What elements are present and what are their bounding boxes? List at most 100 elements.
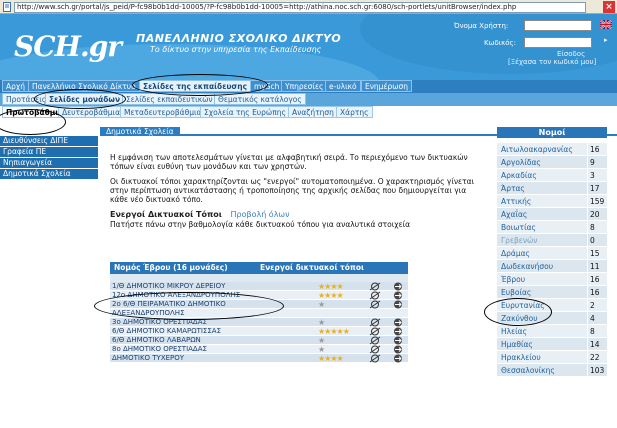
prefecture-row[interactable]: Ημαθίας 14 (497, 338, 607, 351)
prefecture-row[interactable]: Θεσσαλονίκης 103 (497, 364, 607, 377)
page-icon (3, 2, 11, 12)
prefecture-row[interactable]: Γρεβενών 0 (497, 234, 607, 247)
prefecture-name[interactable]: Άρτας (501, 182, 525, 195)
school-name[interactable]: 1/Θ ΔΗΜΟΤΙΚΟ ΜΙΚΡΟΥ ΔΕΡΕΙΟΥ (112, 282, 312, 291)
prefecture-count: 20 (587, 208, 607, 221)
prefecture-row[interactable]: Δωδεκανήσου 11 (497, 260, 607, 273)
visit-site-icon[interactable] (391, 291, 405, 300)
password-input[interactable] (524, 37, 592, 48)
prefecture-count: 159 (587, 195, 607, 208)
prefectures-panel: Νομοί Αιτωλοακαρνανίας 16 Αργολίδας 9 Αρκαδί… (497, 127, 607, 377)
visit-site-icon[interactable] (391, 282, 405, 291)
prefecture-name[interactable]: Αχαΐας (501, 208, 527, 221)
prefecture-count: 0 (587, 234, 607, 247)
annotation-ellipse (132, 74, 268, 96)
tab-services[interactable]: Υπηρεσίες (281, 80, 328, 92)
stats-icon[interactable] (368, 291, 382, 300)
prefecture-row[interactable]: Αττικής 159 (497, 195, 607, 208)
stats-icon[interactable] (368, 318, 382, 327)
prefecture-name[interactable]: Ημαθίας (501, 338, 533, 351)
school-name[interactable]: 6/Θ ΔΗΜΟΤΙΚΟ ΚΑΜΑΡΩΤΙΣΣΑΣ (112, 327, 312, 336)
tab-e-material[interactable]: e-υλικό (325, 80, 361, 92)
visit-site-icon[interactable] (391, 300, 405, 309)
stats-icon[interactable] (368, 282, 382, 291)
prefecture-row[interactable]: Αρκαδίας 3 (497, 169, 607, 182)
prefecture-row[interactable]: Ηρακλείου 22 (497, 351, 607, 364)
tab-home[interactable]: Αρχή (2, 80, 29, 92)
language-switch-icon[interactable]: ▸ (604, 36, 608, 44)
stats-icon[interactable] (368, 300, 382, 309)
visit-site-icon[interactable] (391, 327, 405, 336)
stats-icon[interactable] (368, 354, 382, 363)
table-row[interactable]: 1/Θ ΔΗΜΟΤΙΚΟ ΜΙΚΡΟΥ ΔΕΡΕΙΟΥ ★★★★ (110, 282, 408, 291)
tab-european-schools[interactable]: Σχολεία της Ευρώπης (200, 106, 290, 118)
prefecture-row[interactable]: Αργολίδας 9 (497, 156, 607, 169)
table-row[interactable]: 6/Θ ΔΗΜΟΤΙΚΟ ΛΑΒΑΡΩΝ ★ (110, 336, 408, 345)
table-row[interactable]: ΔΗΜΟΤΙΚΟ ΤΥΧΕΡΟΥ ★★★★ (110, 354, 408, 363)
sidebar-item-dipe[interactable]: Διευθύνσεις ΔΙΠΕ (0, 136, 98, 146)
rating-stars[interactable]: ★ (318, 318, 325, 327)
uk-flag-icon[interactable] (600, 20, 612, 29)
prefecture-name[interactable]: Γρεβενών (501, 234, 538, 247)
prefecture-name[interactable]: Ηρακλείου (501, 351, 541, 364)
sidebar-item-kindergartens[interactable]: Νηπιαγωγεία (0, 158, 98, 168)
site-logo[interactable]: SCH.gr (14, 30, 122, 63)
sidebar-item-primary-schools[interactable]: Δημοτικά Σχολεία (0, 169, 98, 179)
show-all-link[interactable]: Προβολή όλων (230, 210, 289, 219)
prefecture-name[interactable]: Βοιωτίας (501, 221, 536, 234)
prefecture-name[interactable]: Θεσσαλονίκης (501, 364, 555, 377)
tab-search[interactable]: Αναζήτηση (288, 106, 338, 118)
table-row[interactable]: 3ο ΔΗΜΟΤΙΚΟ ΟΡΕΣΤΙΑΔΑΣ ★ (110, 318, 408, 327)
visit-site-icon[interactable] (391, 336, 405, 345)
prefecture-count: 22 (587, 351, 607, 364)
school-name[interactable]: 6/Θ ΔΗΜΟΤΙΚΟ ΛΑΒΑΡΩΝ (112, 336, 312, 345)
table-row[interactable]: 8ο ΔΗΜΟΤΙΚΟ ΟΡΕΣΤΙΑΔΑΣ ★ (110, 345, 408, 354)
prefecture-row[interactable]: Ηλείας 8 (497, 325, 607, 338)
tab-news[interactable]: Ενημέρωση (361, 80, 413, 92)
close-icon[interactable]: × (603, 1, 615, 13)
prefecture-row[interactable]: Άρτας 17 (497, 182, 607, 195)
stats-icon[interactable] (368, 336, 382, 345)
prefecture-name[interactable]: Αιτωλοακαρνανίας (501, 143, 573, 156)
visit-site-icon[interactable] (391, 354, 405, 363)
prefecture-name[interactable]: Αττικής (501, 195, 531, 208)
prefecture-row[interactable]: Βοιωτίας 8 (497, 221, 607, 234)
sidebar-item-offices[interactable]: Γραφεία ΠΕ (0, 147, 98, 157)
site-subtitle: Το δίκτυο στην υπηρεσία της Εκπαίδευσης (150, 45, 322, 54)
tab-map[interactable]: Χάρτης (336, 106, 373, 118)
login-link[interactable]: Είσοδος (557, 50, 585, 58)
rating-stars[interactable]: ★★★★ (318, 291, 344, 300)
school-name[interactable]: ΔΗΜΟΤΙΚΟ ΤΥΧΕΡΟΥ (112, 354, 312, 363)
prefecture-count: 16 (587, 143, 607, 156)
url-field[interactable]: http://www.sch.gr/portal/js_peid/P-fc98b… (14, 2, 586, 13)
prefecture-name[interactable]: Ηλείας (501, 325, 527, 338)
prefecture-name[interactable]: Αρκαδίας (501, 169, 537, 182)
prefecture-header: Νομός Έβρου (16 μονάδες) (114, 263, 228, 272)
rating-stars[interactable]: ★★★★★ (318, 327, 350, 336)
prefecture-row[interactable]: Δράμας 15 (497, 247, 607, 260)
prefecture-name[interactable]: Δωδεκανήσου (501, 260, 553, 273)
rating-stars[interactable]: ★ (318, 345, 325, 354)
stats-icon[interactable] (368, 345, 382, 354)
content-heading: Δημοτικά Σχολεία (100, 127, 180, 136)
prefecture-row[interactable]: Έβρου 16 (497, 273, 607, 286)
prefecture-name[interactable]: Δράμας (501, 247, 530, 260)
rating-stars[interactable]: ★ (318, 336, 325, 345)
prefecture-row[interactable]: Ευβοίας 16 (497, 286, 607, 299)
prefecture-row[interactable]: Αχαΐας 20 (497, 208, 607, 221)
tab-post-secondary[interactable]: Μεταδευτεροβάθμια (120, 106, 206, 118)
visit-site-icon[interactable] (391, 345, 405, 354)
site-banner: SCH.gr ΠΑΝΕΛΛΗΝΙΟ ΣΧΟΛΙΚΟ ΔΙΚΤΥΟ Το δίκτ… (0, 14, 617, 80)
prefecture-row[interactable]: Αιτωλοακαρνανίας 16 (497, 143, 607, 156)
table-row[interactable]: 6/Θ ΔΗΜΟΤΙΚΟ ΚΑΜΑΡΩΤΙΣΣΑΣ ★★★★★ (110, 327, 408, 336)
visit-site-icon[interactable] (391, 318, 405, 327)
prefecture-name[interactable]: Έβρου (501, 273, 525, 286)
rating-stars[interactable]: ★ (318, 300, 325, 309)
rating-stars[interactable]: ★★★★ (318, 354, 344, 363)
stats-icon[interactable] (368, 327, 382, 336)
rating-stars[interactable]: ★★★★ (318, 282, 344, 291)
forgot-password-link[interactable]: [Ξέχασα τον κωδικό μου] (508, 58, 596, 66)
username-input[interactable] (524, 20, 592, 31)
prefecture-name[interactable]: Αργολίδας (501, 156, 541, 169)
school-name[interactable]: 8ο ΔΗΜΟΤΙΚΟ ΟΡΕΣΤΙΑΔΑΣ (112, 345, 312, 354)
